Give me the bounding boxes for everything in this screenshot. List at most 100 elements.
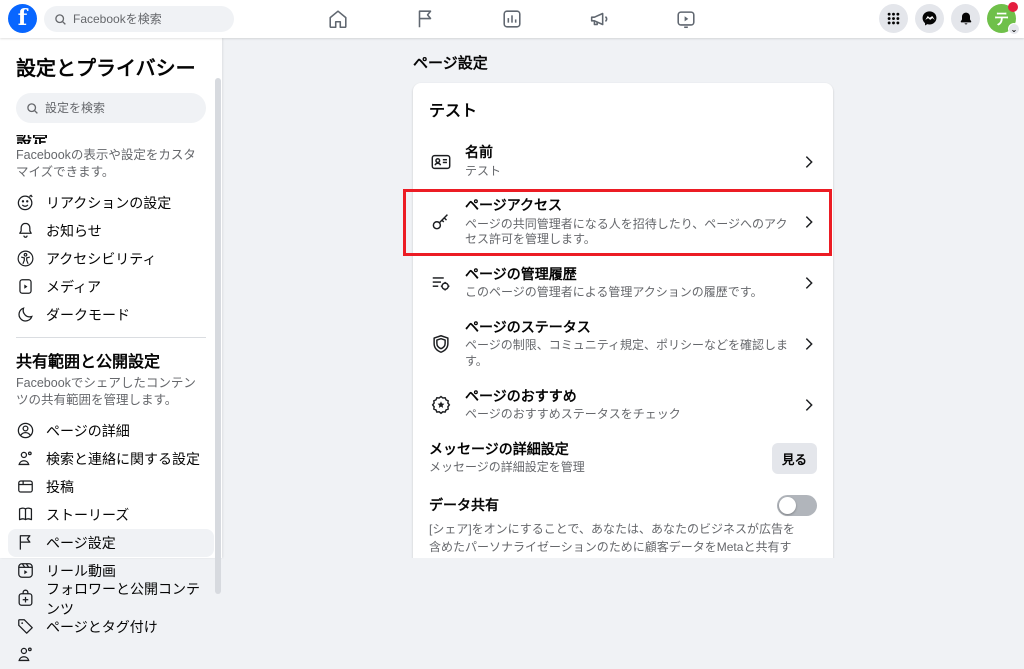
row-title: ページのおすすめ: [465, 388, 789, 406]
settings-sidebar: 設定とプライバシー 設定 Facebookの表示や設定をカスタマイズできます。 …: [0, 38, 222, 558]
row-title: ページアクセス: [465, 197, 789, 215]
sidebar-item-search-contact[interactable]: 検索と連絡に関する設定: [8, 445, 214, 473]
row-subtitle: テスト: [465, 164, 789, 180]
sidebar-item-label: アクセシビリティ: [46, 249, 156, 269]
notification-dot: [1008, 2, 1018, 12]
setting-row-page-status[interactable]: ページのステータス ページの制限、コミュニティ規定、ポリシーなどを確認します。: [429, 310, 817, 379]
video-icon[interactable]: [674, 7, 698, 31]
stories-book-icon: [16, 505, 35, 524]
avatar-initial: テ: [994, 8, 1009, 29]
sidebar-item-page-settings[interactable]: ページ設定: [8, 529, 214, 557]
person-icon: [16, 645, 35, 664]
chevron-right-icon: [801, 154, 817, 170]
sidebar-item-posts[interactable]: 投稿: [8, 473, 214, 501]
pages-flag-icon[interactable]: [413, 7, 437, 31]
bell-icon: [16, 221, 35, 240]
moon-icon: [16, 305, 35, 324]
data-sharing-toggle[interactable]: [777, 495, 817, 516]
sidebar-item-dark-mode[interactable]: ダークモード: [8, 301, 214, 329]
profile-circle-icon: [16, 421, 35, 440]
sidebar-scrollbar[interactable]: [215, 78, 221, 594]
chevron-right-icon: [801, 336, 817, 352]
top-navigation-bar: f テ ⌄: [0, 0, 1024, 38]
shield-icon: [430, 333, 452, 355]
posts-icon: [16, 477, 35, 496]
sidebar-divider: [16, 337, 206, 338]
card-title: テスト: [429, 97, 817, 121]
reaction-icon: [16, 193, 35, 212]
toggle-knob: [779, 497, 796, 514]
setting-row-admin-history[interactable]: ページの管理履歴 このページの管理者による管理アクションの履歴です。: [429, 257, 817, 310]
messenger-icon[interactable]: [915, 4, 944, 33]
sidebar-item-reaction-settings[interactable]: リアクションの設定: [8, 189, 214, 217]
global-search[interactable]: [44, 6, 234, 32]
section-description: Facebookの表示や設定をカスタマイズできます。: [16, 147, 206, 181]
facebook-logo[interactable]: f: [8, 4, 37, 33]
badge-star-icon: [430, 394, 452, 416]
sidebar-item-label: ダークモード: [46, 305, 130, 325]
sidebar-item-profile-details[interactable]: ページの詳細: [8, 417, 214, 445]
search-input[interactable]: [73, 12, 213, 26]
sidebar-item-accessibility[interactable]: アクセシビリティ: [8, 245, 214, 273]
tag-icon: [16, 617, 35, 636]
chevron-down-icon: ⌄: [1008, 23, 1020, 35]
page-settings-card: テスト 名前 テスト ページアクセス ページの共同管理者になる人を招待したり、ペ…: [413, 83, 833, 558]
section-header-audience: 共有範囲と公開設定: [16, 348, 206, 372]
row-title: メッセージの詳細設定: [429, 441, 760, 459]
page-title: ページ設定: [413, 52, 1024, 73]
sidebar-item-label: ページ設定: [46, 533, 116, 553]
home-icon[interactable]: [326, 7, 350, 31]
apps-grid-icon[interactable]: [879, 4, 908, 33]
sidebar-item-notifications[interactable]: お知らせ: [8, 217, 214, 245]
search-icon: [26, 102, 39, 115]
row-subtitle: ページの制限、コミュニティ規定、ポリシーなどを確認します。: [465, 338, 789, 369]
section-header-settings-clipped: 設定: [16, 135, 206, 144]
ads-megaphone-icon[interactable]: [587, 7, 611, 31]
view-button[interactable]: 見る: [772, 443, 817, 474]
settings-search-input[interactable]: [45, 101, 185, 115]
reels-icon: [16, 561, 35, 580]
row-title: ページのステータス: [465, 319, 789, 337]
sidebar-item-label: ページとタグ付け: [46, 617, 158, 637]
row-title: 名前: [465, 144, 789, 162]
setting-row-page-recommendation[interactable]: ページのおすすめ ページのおすすめステータスをチェック: [429, 379, 817, 432]
followers-icon: [16, 589, 35, 608]
sidebar-item-label: フォロワーと公開コンテンツ: [46, 579, 206, 619]
id-card-icon: [430, 151, 452, 173]
key-icon: [430, 211, 452, 233]
sidebar-item-label: 投稿: [46, 477, 74, 497]
accessibility-icon: [16, 249, 35, 268]
chevron-right-icon: [801, 214, 817, 230]
sidebar-item-label: 検索と連絡に関する設定: [46, 449, 200, 469]
media-icon: [16, 277, 35, 296]
paragraph-text: [シェア]をオンにすることで、あなたは、あなたのビジネスが広告を含めたパーソナラ…: [429, 522, 795, 558]
person-search-icon: [16, 449, 35, 468]
notifications-bell-icon[interactable]: [951, 4, 980, 33]
row-subtitle: このページの管理者による管理アクションの履歴です。: [465, 285, 789, 301]
activity-log-icon: [430, 272, 452, 294]
sidebar-item-partial[interactable]: [8, 641, 214, 669]
data-sharing-paragraph-1: [シェア]をオンにすることで、あなたは、あなたのビジネスが広告を含めたパーソナラ…: [429, 520, 799, 558]
sidebar-item-label: ページの詳細: [46, 421, 130, 441]
search-icon: [54, 13, 67, 26]
sidebar-item-label: リアクションの設定: [46, 193, 171, 213]
main-content: ページ設定 テスト 名前 テスト ページアクセス ページの共同管理者になる人を招…: [222, 38, 1024, 558]
sidebar-item-label: ストーリーズ: [46, 505, 129, 525]
row-subtitle: ページの共同管理者になる人を招待したり、ページへのアクセス許可を管理します。: [465, 217, 789, 248]
sidebar-item-label: リール動画: [46, 561, 116, 581]
sidebar-item-label: メディア: [46, 277, 101, 297]
section-description: Facebookでシェアしたコンテンツの共有範囲を管理します。: [16, 375, 206, 409]
row-subtitle: ページのおすすめステータスをチェック: [465, 407, 789, 423]
page-flag-icon: [16, 533, 35, 552]
setting-row-page-access[interactable]: ページアクセス ページの共同管理者になる人を招待したり、ページへのアクセス許可を…: [429, 188, 817, 257]
settings-search[interactable]: [16, 93, 206, 123]
data-sharing-header: データ共有: [429, 495, 817, 516]
sidebar-item-stories[interactable]: ストーリーズ: [8, 501, 214, 529]
profile-avatar[interactable]: テ ⌄: [987, 4, 1016, 33]
sidebar-item-followers-public[interactable]: フォロワーと公開コンテンツ: [8, 585, 214, 613]
sidebar-item-media[interactable]: メディア: [8, 273, 214, 301]
insights-icon[interactable]: [500, 7, 524, 31]
sidebar-title: 設定とプライバシー: [16, 52, 206, 81]
setting-row-name[interactable]: 名前 テスト: [429, 135, 817, 188]
chevron-right-icon: [801, 275, 817, 291]
